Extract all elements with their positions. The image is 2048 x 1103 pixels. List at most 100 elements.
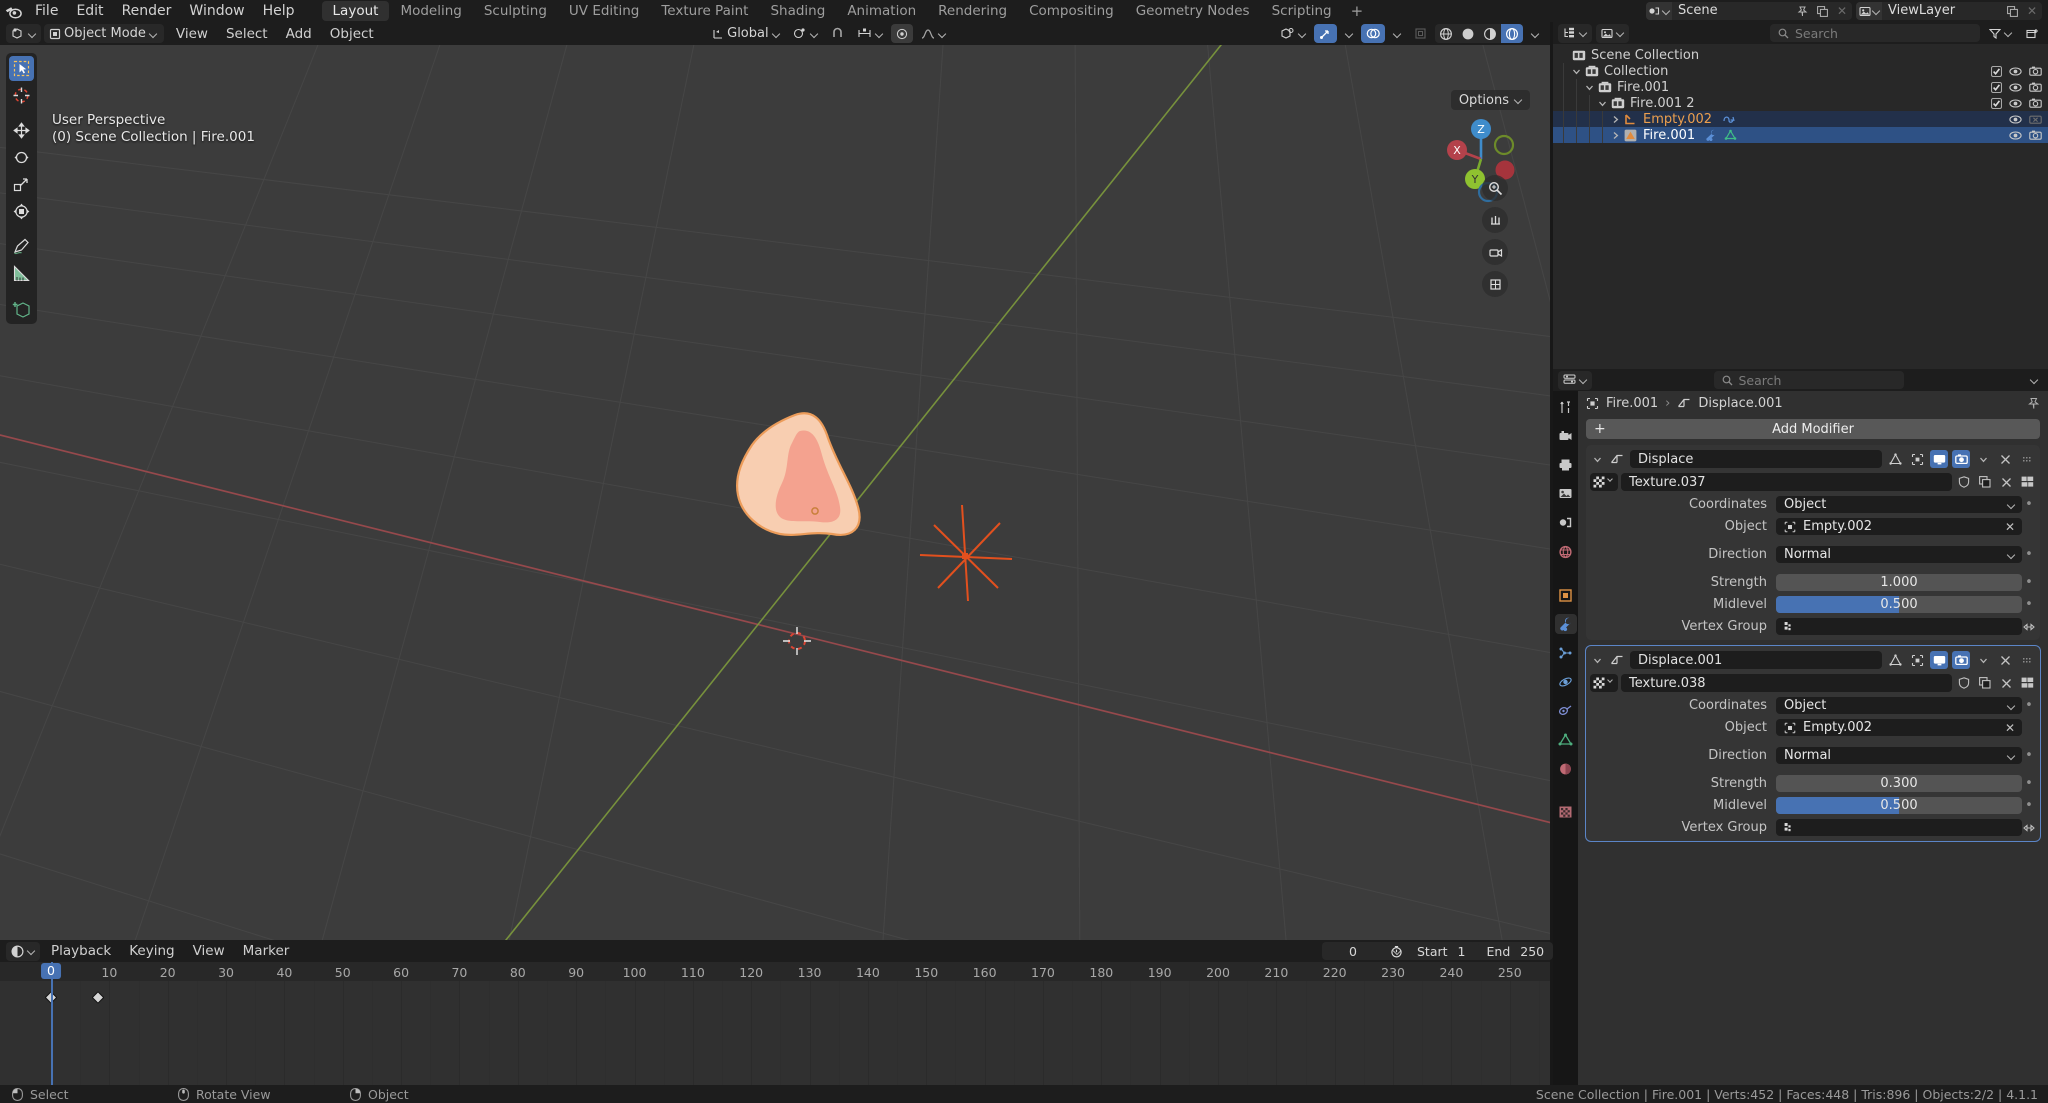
checkbox-toggle[interactable] [1991,81,2002,93]
cursor-icon[interactable] [9,83,34,108]
chevron-down-icon[interactable] [1590,656,1604,665]
new-texture-icon[interactable] [1976,674,1994,692]
workspace-tab-animation[interactable]: Animation [836,1,927,21]
modifier-object-field[interactable]: Empty.002 ✕ [1776,518,2022,535]
gizmo-dropdown[interactable] [1340,24,1358,43]
viewlayer-name[interactable]: ViewLayer [1882,2,2002,20]
frame-end-field[interactable]: End 250 [1477,942,1554,960]
shading-mode-group[interactable] [1435,24,1524,43]
workspace-tab-scripting[interactable]: Scripting [1261,1,1343,21]
new-collection-icon[interactable] [2021,24,2043,43]
texture-browse-icon[interactable] [1590,674,1618,692]
modifier-field-row[interactable]: Vertex Group [1590,818,2036,837]
top-menu-render[interactable]: Render [113,0,181,22]
top-menu-window[interactable]: Window [180,0,253,22]
modifier-tab[interactable] [1554,614,1577,634]
clear-object-icon[interactable]: ✕ [2005,721,2015,735]
checkbox-toggle[interactable] [1991,65,2002,77]
snap-increment-icon[interactable] [852,24,888,43]
modifier-drag-handle[interactable] [2018,651,2036,669]
shading-rendered-button[interactable] [1501,24,1524,43]
scale-icon[interactable] [9,172,34,197]
shading-material-preview-button[interactable] [1479,24,1501,43]
pin-icon[interactable] [2027,397,2040,410]
modifier-field-row[interactable]: Direction Normal • [1590,545,2036,564]
pin-scene-icon[interactable] [1792,2,1812,20]
workspace-tab-layout[interactable]: Layout [321,1,390,21]
modifier-field-row[interactable]: Midlevel 0.500 • [1590,796,2036,815]
properties-search-input[interactable]: Search [1713,371,1904,389]
modifier-delete-button[interactable] [1996,651,2014,669]
modifier-panel-header[interactable]: Displace.001 [1590,650,2036,670]
unlink-texture-icon[interactable] [1997,473,2015,491]
breadcrumb-modifier-label[interactable]: Displace.001 [1698,396,1782,411]
shading-wireframe-button[interactable] [1435,24,1457,43]
modifier-toggle-render-display[interactable] [1952,651,1970,669]
modifier-field-row[interactable]: Strength 0.300 • [1590,774,2036,793]
zoom-icon[interactable] [1482,175,1508,201]
checkbox-toggle[interactable] [1991,97,2002,109]
properties-options-icon[interactable] [2025,371,2043,390]
move-icon[interactable] [9,118,34,143]
world-tab[interactable] [1555,542,1577,562]
outliner-row[interactable]: Fire.001 [1553,127,2048,143]
viewport-nav-buttons[interactable] [1482,175,1508,297]
workspace-tab-sculpting[interactable]: Sculpting [473,1,558,21]
modifier-toggle-edit-mode-on-cage[interactable] [1886,450,1904,468]
modifier-field-dropdown[interactable]: Object [1776,496,2022,513]
disable-in-renders-icon[interactable] [2029,81,2042,94]
overlays-icon[interactable] [1361,24,1386,43]
measure-icon[interactable] [9,261,34,286]
modifier-name-field[interactable]: Displace.001 [1630,651,1882,669]
magnet-icon[interactable] [826,24,849,43]
modifier-panel-header[interactable]: Displace [1590,449,2036,469]
move-view-icon[interactable] [1482,207,1508,233]
workspace-tab-geometry-nodes[interactable]: Geometry Nodes [1125,1,1261,21]
top-menu-edit[interactable]: Edit [67,0,112,22]
shading-solid-button[interactable] [1457,24,1479,43]
modifier-panel[interactable]: Displace Texture.037 Coordinates Object • Obj… [1586,445,2040,640]
hide-in-viewport-icon[interactable] [2009,129,2022,142]
keyframe-marker[interactable] [44,991,58,1004]
modifier-list[interactable]: Displace Texture.037 Coordinates Object • Obj… [1578,445,2048,841]
disclosure-NaN[interactable] [1609,115,1622,124]
new-scene-icon[interactable] [1812,2,1832,20]
modifier-toggle-display-in-edit-mode[interactable] [1908,651,1926,669]
edit-texture-icon[interactable] [2018,674,2036,692]
outliner-tree[interactable]: Scene Collection Collection Fire.001 Fire.0… [1553,44,2048,369]
modifier-panel[interactable]: Displace.001 Texture.038 Coordinates Object… [1586,646,2040,841]
animate-property-dot[interactable]: • [2022,547,2036,562]
transform-icon[interactable] [9,199,34,224]
viewport-menu-select[interactable]: Select [217,23,277,45]
invert-vertex-group-icon[interactable] [2022,823,2036,833]
outliner-row[interactable]: Scene Collection [1553,47,2048,63]
modifier-slider-field[interactable]: 1.000 [1776,574,2022,591]
animate-property-dot[interactable]: • [2022,497,2036,512]
modifier-field-row[interactable]: Coordinates Object • [1590,696,2036,715]
proportional-edit-icon[interactable] [890,24,913,43]
filter-id-icon[interactable] [1596,23,1629,43]
animate-property-dot[interactable]: • [2022,776,2036,791]
modifier-extras-menu[interactable] [1974,651,1992,669]
frame-start-field[interactable]: Start 1 [1408,942,1475,960]
viewport-toolbar[interactable] [6,53,37,324]
modifier-field-row[interactable]: Object Empty.002 ✕ [1590,718,2036,737]
editor-type-timeline-icon[interactable] [6,941,40,961]
outliner-row[interactable]: Fire.001 2 [1553,95,2048,111]
object-types-visibility-icon[interactable] [1275,24,1311,43]
modifier-vertex-group-field[interactable] [1776,819,2022,836]
editor-type-outliner-icon[interactable] [1558,23,1592,43]
object-data-tab[interactable] [1555,730,1577,750]
auto-keying-icon[interactable] [1387,942,1405,960]
properties-tab-bar[interactable] [1553,391,1578,1085]
disclosure-open[interactable] [1570,67,1583,76]
particles-tab[interactable] [1555,643,1577,663]
gizmo-icon[interactable] [1314,24,1338,43]
workspace-tab-uv-editing[interactable]: UV Editing [558,1,650,21]
object-mode-selector[interactable]: Object Mode [44,24,164,43]
outliner-row[interactable]: Collection [1553,63,2048,79]
timeline-menu-view[interactable]: View [184,940,234,962]
viewport-menu-view[interactable]: View [167,23,217,45]
tool-tab[interactable] [1555,397,1577,417]
new-viewlayer-icon[interactable] [2002,2,2022,20]
